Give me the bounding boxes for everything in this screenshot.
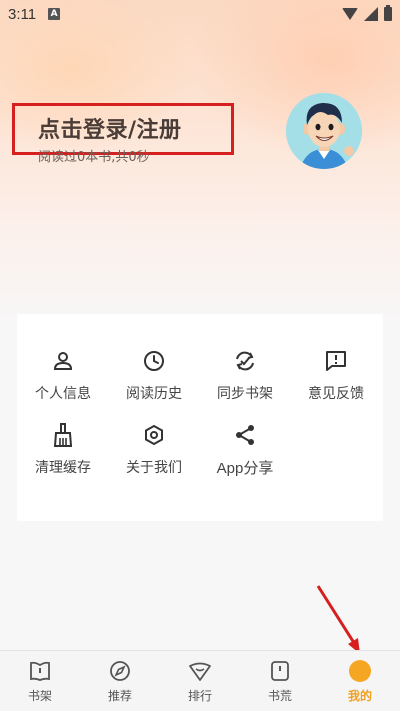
menu-item-reading-history[interactable]: 阅读历史: [108, 348, 200, 418]
menu-item-app-share[interactable]: App分享: [199, 422, 291, 492]
broom-icon: [50, 422, 76, 448]
reading-stats: 阅读过0本书,共0秒: [38, 150, 150, 165]
nav-tab-mine[interactable]: 我的: [320, 659, 400, 709]
nav-tab-label: 书荒: [267, 689, 292, 703]
nav-tab-bookshelf[interactable]: 书架: [0, 659, 80, 709]
nav-tab-ranking[interactable]: 排行: [160, 659, 240, 709]
notification-icon: A: [48, 8, 61, 20]
menu-item-feedback[interactable]: 意见反馈: [290, 348, 382, 418]
menu-item-label: 意见反馈: [308, 386, 364, 402]
menu-card: 个人信息 阅读历史 同步书架 意见反馈 清理缓存 关于我们 App分享: [17, 314, 383, 521]
nav-tab-book-shortage[interactable]: 书荒: [240, 659, 320, 709]
ranking-icon: [188, 659, 212, 683]
hexagon-nut-icon: [141, 422, 167, 448]
status-time: 3:11: [8, 5, 37, 23]
status-icons: [342, 5, 392, 21]
menu-item-clear-cache[interactable]: 清理缓存: [17, 422, 109, 492]
menu-item-label: 个人信息: [35, 386, 91, 402]
nav-tab-label: 推荐: [107, 689, 132, 703]
menu-item-about-us[interactable]: 关于我们: [108, 422, 200, 492]
annotation-arrow: [316, 585, 360, 654]
compass-icon: [108, 659, 132, 683]
clock-icon: [141, 348, 167, 374]
nav-tab-label: 书架: [27, 689, 52, 703]
bottom-nav: 书架 推荐 排行 书荒 我的: [0, 650, 400, 711]
nav-tab-label: 我的: [347, 689, 372, 703]
nav-tab-label: 排行: [187, 689, 212, 703]
wifi-icon: [342, 8, 358, 20]
nav-tab-recommend[interactable]: 推荐: [80, 659, 160, 709]
share-icon: [232, 422, 258, 448]
battery-icon: [384, 5, 392, 21]
profile-dot-icon: [348, 659, 372, 683]
feedback-icon: [323, 348, 349, 374]
menu-item-sync-bookshelf[interactable]: 同步书架: [199, 348, 291, 418]
menu-item-personal-info[interactable]: 个人信息: [17, 348, 109, 418]
menu-item-label: 清理缓存: [35, 460, 91, 476]
card-icon: [268, 659, 292, 683]
sync-icon: [232, 348, 258, 374]
menu-item-label: 关于我们: [126, 460, 182, 476]
person-icon: [50, 348, 76, 374]
menu-item-label: App分享: [216, 460, 274, 477]
cartoon-boy-avatar-icon: [286, 93, 362, 169]
signal-icon: [364, 7, 378, 21]
login-register-link[interactable]: 点击登录/注册: [38, 112, 182, 144]
avatar[interactable]: [286, 93, 362, 169]
menu-item-label: 阅读历史: [126, 386, 182, 402]
status-bar: 3:11 A: [0, 0, 400, 28]
menu-item-label: 同步书架: [217, 386, 273, 402]
book-icon: [28, 659, 52, 683]
